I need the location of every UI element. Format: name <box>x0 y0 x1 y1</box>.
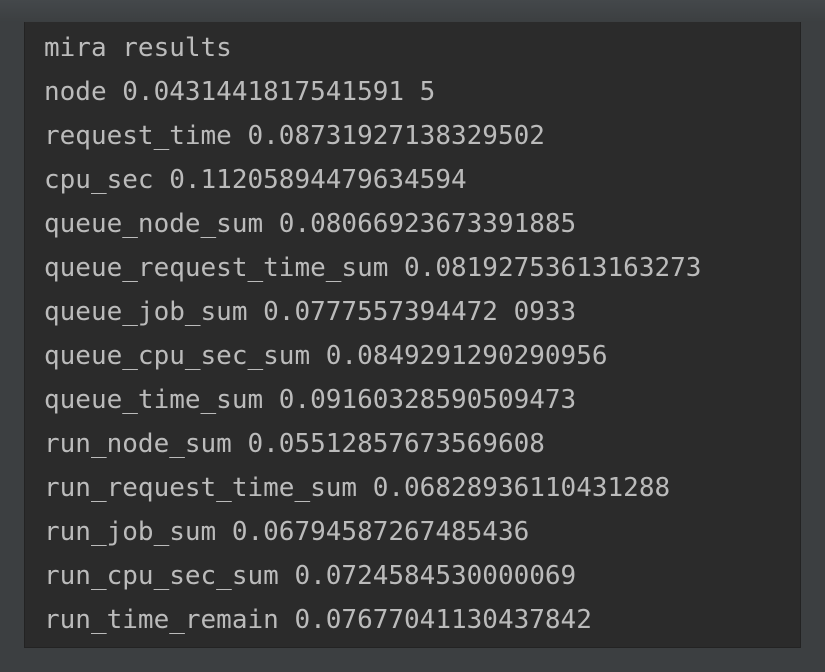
window-top-strip <box>0 0 825 22</box>
console-line: queue_cpu_sec_sum 0.0849291290290956 <box>44 341 608 371</box>
console-line: mira results <box>44 33 232 63</box>
console-line: queue_node_sum 0.08066923673391885 <box>44 209 577 239</box>
console-line: queue_request_time_sum 0.081927536131632… <box>44 253 702 283</box>
console-output-lines: mira results node 0.0431441817541591 5 r… <box>44 26 701 642</box>
console-line: run_request_time_sum 0.06828936110431288 <box>44 473 671 503</box>
console-line: cpu_sec 0.11205894479634594 <box>44 165 467 195</box>
console-line: queue_time_sum 0.09160328590509473 <box>44 385 577 415</box>
console-output-panel[interactable]: mira results node 0.0431441817541591 5 r… <box>24 22 801 648</box>
console-line: node 0.0431441817541591 5 <box>44 77 436 107</box>
console-line: run_cpu_sec_sum 0.0724584530000069 <box>44 561 577 591</box>
console-line: queue_job_sum 0.0777557394472 0933 <box>44 297 577 327</box>
output-window: mira results node 0.0431441817541591 5 r… <box>0 0 825 672</box>
console-line: run_job_sum 0.06794587267485436 <box>44 517 530 547</box>
console-line: run_node_sum 0.05512857673569608 <box>44 429 545 459</box>
console-line: run_time_remain 0.07677041130437842 <box>44 605 592 635</box>
console-line: request_time 0.08731927138329502 <box>44 121 545 151</box>
